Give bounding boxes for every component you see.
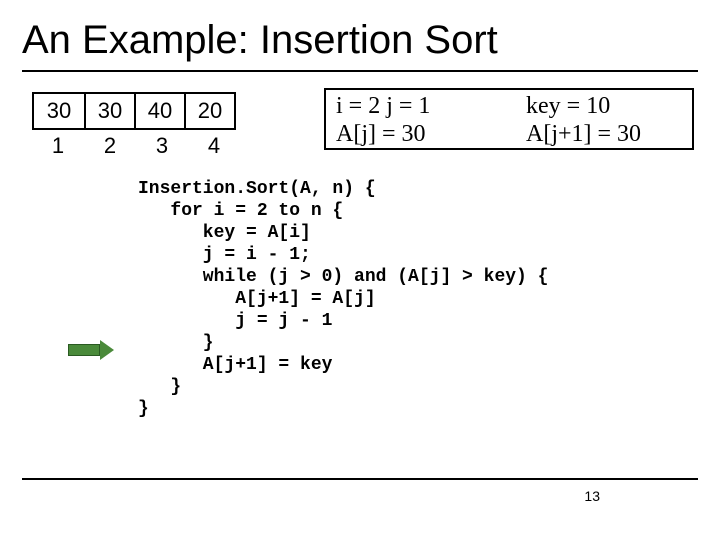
title-underline — [22, 70, 698, 72]
array-index: 2 — [84, 133, 136, 159]
code-block: Insertion.Sort(A, n) { for i = 2 to n { … — [138, 178, 548, 420]
page-number: 13 — [584, 488, 600, 504]
slide-title: An Example: Insertion Sort — [22, 18, 498, 63]
array-cell: 20 — [184, 94, 234, 128]
array-indices: 1 2 3 4 — [32, 133, 240, 159]
pointer-arrow-icon — [68, 340, 118, 360]
arrow-shaft — [68, 344, 100, 356]
array-cell: 30 — [84, 94, 134, 128]
array-box: 30 30 40 20 — [32, 92, 236, 130]
array-cell: 30 — [34, 94, 84, 128]
array-index: 3 — [136, 133, 188, 159]
array-index: 4 — [188, 133, 240, 159]
status-i-j: i = 2 j = 1 — [336, 92, 526, 120]
status-box: i = 2 j = 1 key = 10 A[j] = 30 A[j+1] = … — [324, 88, 694, 150]
arrow-head — [100, 340, 114, 360]
status-aj1: A[j+1] = 30 — [526, 120, 682, 148]
slide: { "title": "An Example: Insertion Sort",… — [0, 0, 720, 540]
array-cell: 40 — [134, 94, 184, 128]
status-aj: A[j] = 30 — [336, 120, 526, 148]
footer-line — [22, 478, 698, 480]
status-key: key = 10 — [526, 92, 682, 120]
array-index: 1 — [32, 133, 84, 159]
